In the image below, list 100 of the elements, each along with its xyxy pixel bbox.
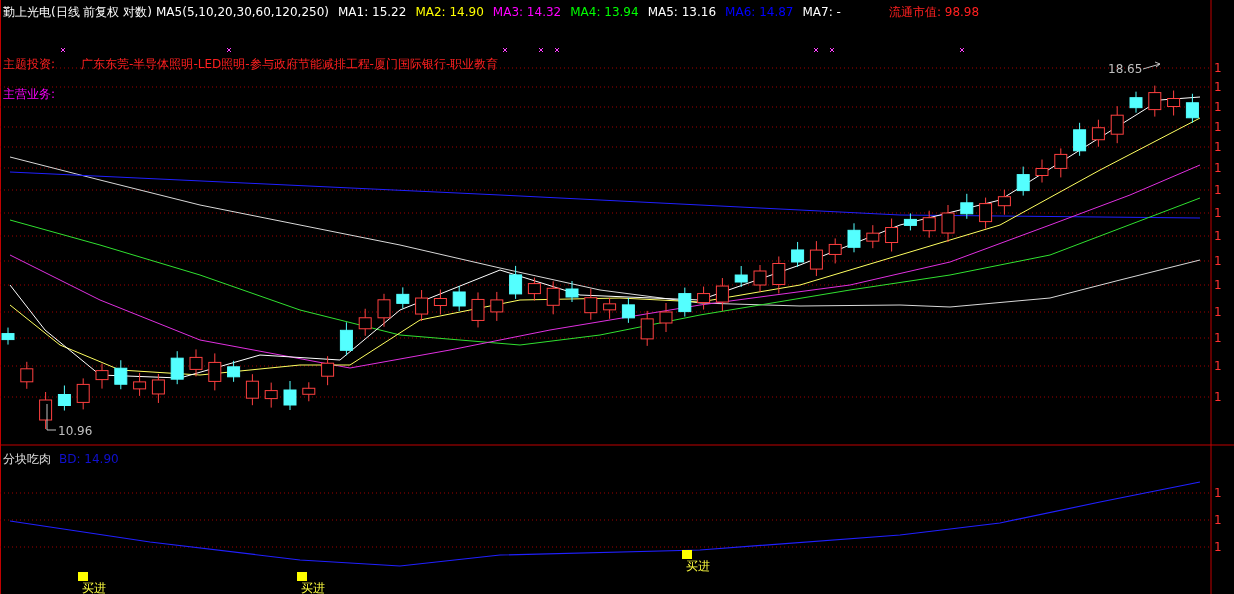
buy-signal-label: 买进 xyxy=(301,582,325,594)
axis-label: 1 xyxy=(1214,487,1222,499)
candlestick-icon xyxy=(509,265,523,300)
candlestick-icon xyxy=(885,218,899,252)
candlestick-icon xyxy=(772,256,786,294)
candlestick-icon xyxy=(339,321,353,356)
cross-marker-icon xyxy=(829,47,835,53)
candlestick-icon xyxy=(283,380,297,411)
signal-marker-icon xyxy=(297,572,307,581)
axis-label: 1 xyxy=(1214,207,1222,219)
candlestick-icon xyxy=(1091,119,1105,148)
ma-value: MA3: 14.32 xyxy=(492,5,562,19)
candlestick-icon xyxy=(1054,147,1068,178)
candlestick-icon xyxy=(433,289,447,315)
cross-marker-icon xyxy=(554,47,560,53)
candlestick-icon xyxy=(678,287,692,318)
ma-value: MA5: 13.16 xyxy=(647,5,717,19)
ma-value: MA2: 14.90 xyxy=(415,5,484,19)
candlestick-icon xyxy=(452,285,466,312)
candlestick-icon xyxy=(76,377,90,410)
indicator-title: 分块吃肉 xyxy=(3,452,51,466)
axis-label: 1 xyxy=(1214,101,1222,113)
market-cap-value: 流通市值: 98.98 xyxy=(888,5,980,19)
candlestick-icon xyxy=(941,204,955,243)
candlestick-icon xyxy=(490,291,504,322)
candlestick-icon xyxy=(39,391,53,430)
candlestick-icon xyxy=(621,297,635,324)
candlestick-icon xyxy=(471,291,485,328)
info-value: 广东东莞-半导体照明-LED照明-参与政府节能减排工程-厦门国际银行-职业教育 xyxy=(81,57,499,71)
candlestick-icon xyxy=(189,348,203,377)
candlestick-icon xyxy=(114,359,128,390)
candlestick-icon xyxy=(133,372,147,397)
candlestick-icon xyxy=(734,265,748,288)
indicator-reading: BD: 14.90 xyxy=(59,452,119,466)
axis-label: 1 xyxy=(1214,306,1222,318)
candlestick-icon xyxy=(584,288,598,321)
high-price-label: 18.65 xyxy=(1108,63,1143,75)
axis-label: 1 xyxy=(1214,360,1222,372)
stock-title: 勤上光电(日线 前复权 对数) xyxy=(3,5,152,19)
candlestick-icon xyxy=(1035,159,1049,183)
candlestick-icon xyxy=(603,297,617,320)
ma-value: MA4: 13.94 xyxy=(570,5,639,19)
ma-value: MA7: - xyxy=(802,5,841,19)
candlestick-icon xyxy=(1167,90,1181,116)
axis-label: 1 xyxy=(1214,332,1222,344)
low-price-label: 10.96 xyxy=(58,425,93,437)
axis-label: 1 xyxy=(1214,230,1222,242)
axis-label: 1 xyxy=(1214,255,1222,267)
candlestick-icon xyxy=(302,381,316,402)
ma-params: MA5(5,10,20,30,60,120,250) xyxy=(156,5,329,19)
candlestick-icon xyxy=(866,224,880,249)
candlestick-icon xyxy=(1148,85,1162,118)
candlestick-icon xyxy=(245,373,259,406)
candlestick-icon xyxy=(170,350,184,385)
cross-marker-icon xyxy=(60,47,66,53)
candlestick-icon xyxy=(565,280,579,303)
signal-marker-icon xyxy=(682,550,692,559)
candlestick-icon xyxy=(640,310,654,347)
candlestick-icon xyxy=(527,277,541,302)
cross-marker-icon xyxy=(226,47,232,53)
candlestick-icon xyxy=(1185,93,1199,124)
candlestick-icon xyxy=(227,360,241,383)
candlestick-icon xyxy=(57,385,71,411)
candlestick-icon xyxy=(1110,105,1124,144)
buy-signal-label: 买进 xyxy=(686,560,710,573)
cross-marker-icon xyxy=(502,47,508,53)
cross-marker-icon xyxy=(813,47,819,53)
candlestick-icon xyxy=(715,277,729,312)
high-arrow-icon xyxy=(1142,61,1161,70)
candlestick-icon xyxy=(903,212,917,231)
candlestick-icon xyxy=(791,241,805,268)
candlestick-icon xyxy=(546,280,560,315)
candlestick-icon xyxy=(753,264,767,293)
axis-label: 1 xyxy=(1214,121,1222,133)
candlestick-icon xyxy=(809,240,823,277)
cross-marker-icon xyxy=(538,47,544,53)
candlestick-icon xyxy=(20,361,34,390)
candlestick-icon xyxy=(1,327,15,346)
axis-label: 1 xyxy=(1214,162,1222,174)
candlestick-icon xyxy=(697,286,711,311)
candlestick-icon xyxy=(659,302,673,333)
signal-marker-icon xyxy=(78,572,88,581)
candlestick-icon xyxy=(396,286,410,309)
candlestick-icon xyxy=(828,237,842,264)
axis-label: 1 xyxy=(1214,81,1222,93)
candlestick-icon xyxy=(997,189,1011,216)
candlestick-icon xyxy=(979,197,993,230)
buy-signal-label: 买进 xyxy=(82,582,106,594)
candlestick-icon xyxy=(960,193,974,220)
axis-label: 1 xyxy=(1214,141,1222,153)
info-label: 主营业务: xyxy=(3,87,56,101)
candlestick-icon xyxy=(377,293,391,328)
ma-value: MA1: 15.22 xyxy=(337,5,407,19)
candlestick-icon xyxy=(415,289,429,322)
candlestick-icon xyxy=(95,363,109,390)
candlestick-icon xyxy=(208,352,222,391)
axis-label: 1 xyxy=(1214,184,1222,196)
axis-label: 1 xyxy=(1214,62,1222,74)
candlestick-icon xyxy=(321,355,335,386)
axis-label: 1 xyxy=(1214,541,1222,553)
